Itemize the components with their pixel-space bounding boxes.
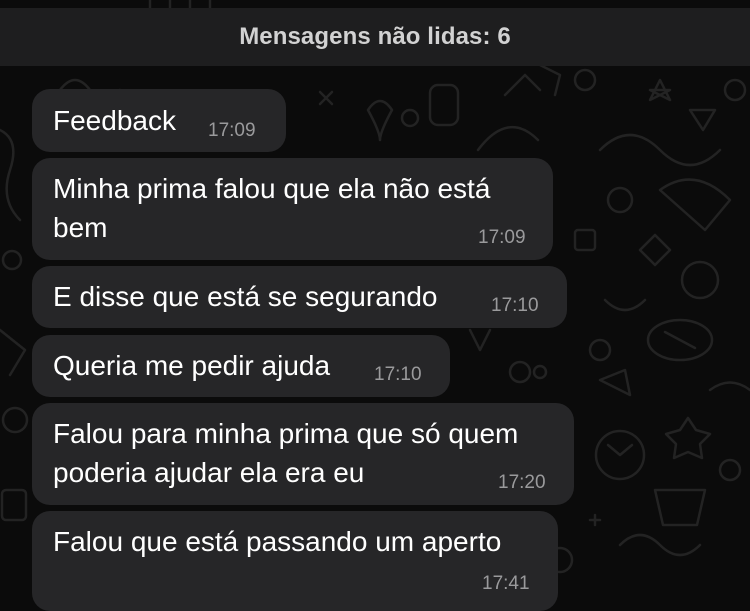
- message-bubble[interactable]: Minha prima falou que ela não está bem 1…: [32, 158, 553, 260]
- message-timestamp: 17:10: [491, 295, 539, 316]
- message-timestamp: 17:10: [374, 364, 422, 385]
- message-text: poderia ajudar ela era eu: [53, 457, 365, 488]
- message-bubble[interactable]: Falou que está passando um aperto 17:41: [32, 511, 558, 611]
- message-text: Feedback: [53, 105, 176, 136]
- message-text: bem: [53, 212, 108, 243]
- message-bubble[interactable]: Falou para minha prima que só quem poder…: [32, 403, 574, 505]
- message-text: Falou que está passando um aperto: [53, 526, 502, 557]
- message-text: Falou para minha prima que só quem: [53, 418, 519, 449]
- message-timestamp: 17:09: [208, 120, 256, 141]
- message-text: Minha prima falou que ela não está: [53, 173, 491, 204]
- message-text: Queria me pedir ajuda: [53, 350, 331, 381]
- message-bubble[interactable]: Queria me pedir ajuda 17:10: [32, 335, 450, 397]
- message-timestamp: 17:20: [498, 472, 546, 493]
- unread-messages-label: Mensagens não lidas: 6: [239, 23, 511, 50]
- message-bubble[interactable]: Feedback 17:09: [32, 89, 286, 152]
- message-text: E disse que está se segurando: [53, 281, 438, 312]
- message-bubble[interactable]: E disse que está se segurando 17:10: [32, 266, 567, 328]
- message-timestamp: 17:09: [478, 227, 526, 248]
- unread-messages-banner: Mensagens não lidas: 6: [0, 8, 750, 66]
- message-timestamp: 17:41: [482, 573, 530, 594]
